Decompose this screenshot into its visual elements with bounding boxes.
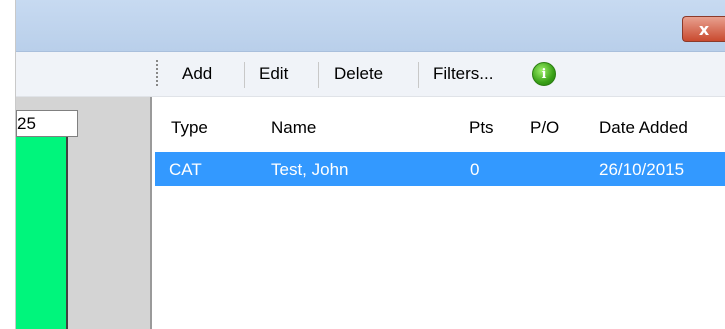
toolbar-separator [318,62,319,88]
title-bar [16,0,725,52]
toolbar-separator [244,62,245,88]
column-header-po[interactable]: P/O [530,118,559,138]
column-header-pts[interactable]: Pts [469,118,494,138]
add-button[interactable]: Add [182,63,212,85]
edit-button[interactable]: Edit [259,63,288,85]
close-icon: x [698,19,710,39]
filters-button[interactable]: Filters... [433,63,493,85]
info-icon[interactable]: i [532,62,556,86]
cell-date-added: 26/10/2015 [599,160,685,179]
column-header-name[interactable]: Name [271,118,316,138]
column-header-type[interactable]: Type [171,118,208,138]
cell-pts: 0 [470,160,480,179]
column-header-date-added[interactable]: Date Added [599,118,688,138]
cell-type: CAT [169,160,202,179]
grid-color-cell[interactable] [16,137,68,329]
grid-cell[interactable]: 25 [16,110,78,137]
toolbar-separator [418,62,419,88]
toolbar-grip[interactable] [156,60,158,88]
delete-button[interactable]: Delete [334,63,383,85]
window-frame-left [0,0,16,329]
cell-name: Test, John [271,160,349,179]
close-button[interactable]: x [682,16,725,42]
